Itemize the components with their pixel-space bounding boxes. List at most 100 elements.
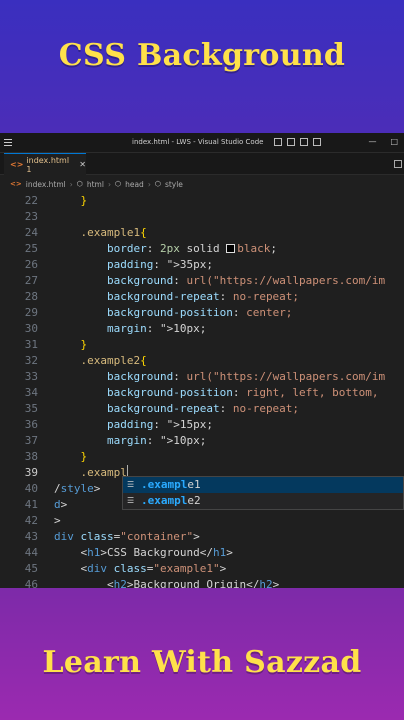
breadcrumb-item-style[interactable]: style bbox=[165, 180, 183, 189]
code-line[interactable]: 26 padding: ">35px; bbox=[0, 257, 404, 273]
code-line[interactable]: 34 background-position: right, left, bot… bbox=[0, 385, 404, 401]
code-line[interactable]: 45 <div class="example1"> bbox=[0, 561, 404, 577]
code-line[interactable]: 23 bbox=[0, 209, 404, 225]
code-text: background-repeat: no-repeat; bbox=[106, 402, 300, 415]
html-file-icon: <> bbox=[10, 180, 22, 188]
code-text: background-position: center; bbox=[106, 306, 293, 319]
breadcrumb-separator-icon: › bbox=[147, 179, 151, 189]
code-line[interactable]: 30 margin: ">10px; bbox=[0, 321, 404, 337]
breadcrumb-file[interactable]: index.html bbox=[26, 180, 66, 189]
code-text: .example1{ bbox=[80, 226, 147, 239]
line-number: 46 bbox=[24, 578, 38, 588]
line-number: 32 bbox=[24, 354, 38, 367]
code-text: padding: ">35px; bbox=[106, 258, 213, 271]
line-number: 42 bbox=[24, 514, 38, 527]
breadcrumb-item-head[interactable]: head bbox=[125, 180, 144, 189]
code-text: .exampl bbox=[80, 465, 128, 479]
code-text: background-position: right, left, bottom… bbox=[106, 386, 379, 399]
code-text: margin: ">10px; bbox=[106, 322, 207, 335]
code-line[interactable]: 24 .example1{ bbox=[0, 225, 404, 241]
line-number: 44 bbox=[24, 546, 38, 559]
code-line[interactable]: 37 margin: ">10px; bbox=[0, 433, 404, 449]
code-text: .example2{ bbox=[80, 354, 147, 367]
code-line[interactable]: 27 background: url("https://wallpapers.c… bbox=[0, 273, 404, 289]
code-text: background-repeat: no-repeat; bbox=[106, 290, 300, 303]
autocomplete-suggestions: ☰ .exampl e1 ☰ .exampl e2 bbox=[122, 476, 404, 510]
line-number: 43 bbox=[24, 530, 38, 543]
line-number: 26 bbox=[24, 258, 38, 271]
tab-index-html[interactable]: <> index.html 1 ✕ bbox=[4, 153, 86, 175]
code-text: d> bbox=[54, 498, 68, 511]
code-text: <h1>CSS Background</h1> bbox=[80, 546, 233, 559]
code-line[interactable]: 46 <h2>Background Origin</h2> bbox=[0, 577, 404, 588]
code-text: } bbox=[80, 194, 88, 207]
code-line[interactable]: 31 } bbox=[0, 337, 404, 353]
line-number: 41 bbox=[24, 498, 38, 511]
code-line[interactable]: 22 } bbox=[0, 193, 404, 209]
suggestion-rest-text: e1 bbox=[187, 478, 201, 491]
line-number: 39 bbox=[24, 466, 38, 479]
code-line[interactable]: 43 div class="container"> bbox=[0, 529, 404, 545]
code-text: } bbox=[80, 450, 88, 463]
close-tab-icon[interactable]: ✕ bbox=[79, 160, 86, 169]
menu-icon[interactable] bbox=[4, 139, 12, 146]
line-number: 25 bbox=[24, 242, 38, 255]
layout-controls bbox=[274, 138, 321, 146]
toggle-panel-icon[interactable] bbox=[287, 138, 295, 146]
code-line[interactable]: 38 } bbox=[0, 449, 404, 465]
top-banner-title: CSS Background bbox=[58, 38, 346, 73]
code-line[interactable]: 28 background-repeat: no-repeat; bbox=[0, 289, 404, 305]
code-text: margin: ">10px; bbox=[106, 434, 207, 447]
code-line[interactable]: 32 .example2{ bbox=[0, 353, 404, 369]
suggestion-match-text: .exampl bbox=[141, 494, 188, 507]
line-number: 37 bbox=[24, 434, 38, 447]
line-number: 38 bbox=[24, 450, 38, 463]
code-text: div class="container"> bbox=[54, 530, 200, 543]
split-editor-icon[interactable] bbox=[394, 160, 402, 168]
code-line[interactable]: 42 > bbox=[0, 513, 404, 529]
code-text: border: 2px solid black; bbox=[106, 242, 277, 255]
line-number: 24 bbox=[24, 226, 38, 239]
suggestion-item[interactable]: ☰ .exampl e1 bbox=[123, 477, 403, 493]
line-number: 45 bbox=[24, 562, 38, 575]
tab-bar: <> index.html 1 ✕ bbox=[0, 153, 404, 175]
code-line[interactable]: 44 <h1>CSS Background</h1> bbox=[0, 545, 404, 561]
code-line[interactable]: 29 background-position: center; bbox=[0, 305, 404, 321]
suggestion-item[interactable]: ☰ .exampl e2 bbox=[123, 493, 403, 509]
window-title: index.html - LWS - Visual Studio Code bbox=[132, 138, 264, 146]
line-number: 28 bbox=[24, 290, 38, 303]
breadcrumb: <> index.html › ⬡ html › ⬡ head › ⬡ styl… bbox=[0, 175, 404, 193]
bottom-banner-title: Learn With Sazzad bbox=[42, 645, 362, 680]
line-number: 34 bbox=[24, 386, 38, 399]
suggestion-match-text: .exampl bbox=[141, 478, 188, 491]
code-line[interactable]: 35 background-repeat: no-repeat; bbox=[0, 401, 404, 417]
line-number: 36 bbox=[24, 418, 38, 431]
line-number: 30 bbox=[24, 322, 38, 335]
minimize-button[interactable]: — bbox=[368, 137, 376, 146]
breadcrumb-item-html[interactable]: html bbox=[87, 180, 104, 189]
window-controls: — □ bbox=[368, 137, 398, 146]
element-icon: ⬡ bbox=[114, 180, 122, 188]
line-number: 29 bbox=[24, 306, 38, 319]
breadcrumb-separator-icon: › bbox=[69, 179, 73, 189]
toggle-secondary-sidebar-icon[interactable] bbox=[300, 138, 308, 146]
line-number: 23 bbox=[24, 210, 38, 223]
html-file-icon: <> bbox=[10, 160, 24, 169]
line-number: 35 bbox=[24, 402, 38, 415]
line-number: 27 bbox=[24, 274, 38, 287]
code-text: background: url("https://wallpapers.com/… bbox=[106, 274, 386, 287]
code-line[interactable]: 33 background: url("https://wallpapers.c… bbox=[0, 369, 404, 385]
suggestion-rest-text: e2 bbox=[187, 494, 201, 507]
line-number: 31 bbox=[24, 338, 38, 351]
customize-layout-icon[interactable] bbox=[313, 138, 321, 146]
code-editor[interactable]: 22 } 23 24 .example1{25 border: 2px solid … bbox=[0, 193, 404, 588]
code-text: } bbox=[80, 338, 88, 351]
title-bar: index.html - LWS - Visual Studio Code — … bbox=[0, 133, 404, 153]
toggle-sidebar-icon[interactable] bbox=[274, 138, 282, 146]
tab-label: index.html 1 bbox=[26, 155, 70, 174]
code-text: /style> bbox=[54, 482, 101, 495]
code-line[interactable]: 36 padding: ">15px; bbox=[0, 417, 404, 433]
maximize-button[interactable]: □ bbox=[390, 137, 398, 146]
code-line[interactable]: 25 border: 2px solid black; bbox=[0, 241, 404, 257]
text-suggestion-icon: ☰ bbox=[127, 496, 135, 505]
